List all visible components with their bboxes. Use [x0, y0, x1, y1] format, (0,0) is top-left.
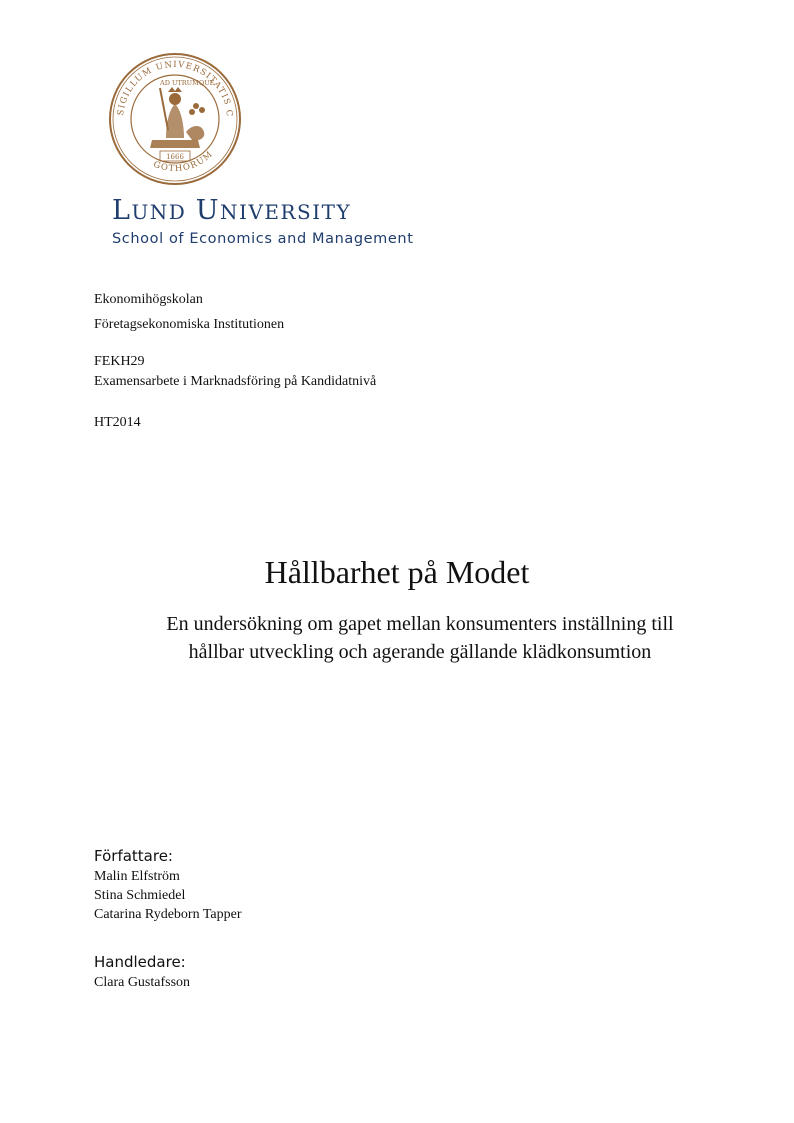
institution-block: Ekonomihögskolan Företagsekonomiska Inst…: [94, 290, 284, 335]
author-name: Malin Elfström: [94, 869, 180, 884]
supervisor-block: Handledare: Clara Gustafsson: [94, 951, 190, 992]
thesis-title: Hållbarhet på Modet: [264, 554, 530, 590]
course-code: FEKH29: [94, 354, 145, 369]
institution-line-1: Ekonomihögskolan: [94, 292, 203, 307]
thesis-subtitle: En undersökning om gapet mellan konsumen…: [120, 610, 720, 666]
subtitle-line-1: En undersökning om gapet mellan konsumen…: [166, 613, 674, 635]
course-block: FEKH29 Examensarbete i Marknadsföring på…: [94, 352, 376, 392]
author-name: Stina Schmiedel: [94, 888, 186, 903]
term: HT2014: [94, 415, 141, 430]
author-name: Catarina Rydeborn Tapper: [94, 907, 242, 922]
university-wordmark: LUND UNIVERSITY School of Economics and …: [112, 196, 414, 249]
university-seal-logo: SIGILLUM UNIVERSITATIS CAROLINAE GOTHORU…: [108, 52, 241, 185]
course-name: Examensarbete i Marknadsföring på Kandid…: [94, 374, 377, 389]
authors-label: Författare:: [94, 847, 173, 865]
university-name: LUND UNIVERSITY: [112, 195, 352, 226]
subtitle-line-2: hållbar utveckling och agerande gällande…: [188, 641, 652, 663]
seal-year: 1666: [166, 153, 184, 161]
supervisor-name: Clara Gustafsson: [94, 975, 191, 990]
supervisor-label: Handledare:: [94, 953, 186, 971]
school-name: School of Economics and Management: [112, 231, 414, 247]
seal-motto: AD UTRUMQUE: [159, 79, 215, 87]
institution-line-2: Företagsekonomiska Institutionen: [94, 317, 285, 332]
authors-block: Författare: Malin Elfström Stina Schmied…: [94, 845, 242, 924]
